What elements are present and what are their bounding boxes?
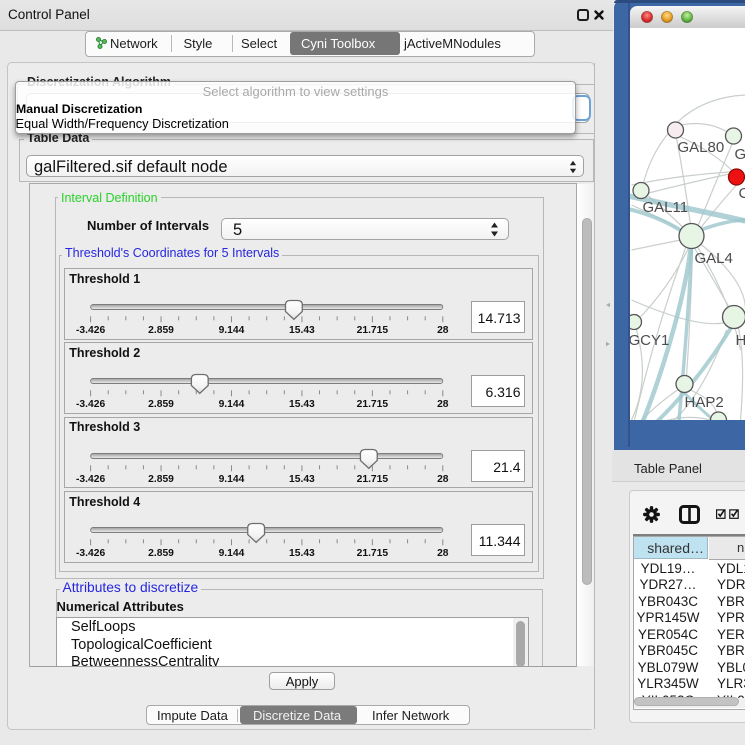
svg-text:HAP2: HAP2: [684, 394, 723, 411]
svg-text:21.715: 21.715: [357, 399, 389, 410]
svg-text:15.43: 15.43: [289, 473, 315, 484]
svg-text:GAL80: GAL80: [677, 139, 724, 156]
svg-text:28: 28: [437, 325, 449, 336]
svg-text:-3.426: -3.426: [76, 325, 105, 336]
svg-text:2.859: 2.859: [148, 548, 174, 559]
svg-text:9.144: 9.144: [219, 548, 245, 559]
svg-text:GAL11: GAL11: [642, 199, 688, 216]
svg-text:C: C: [738, 185, 745, 202]
svg-text:28: 28: [437, 548, 449, 559]
svg-text:-3.426: -3.426: [76, 399, 105, 410]
svg-text:H: H: [735, 332, 745, 349]
svg-text:GCY1: GCY1: [630, 332, 669, 349]
svg-text:2.859: 2.859: [148, 399, 174, 410]
svg-text:2.859: 2.859: [148, 325, 174, 336]
svg-text:GAL4: GAL4: [694, 250, 732, 267]
svg-text:2.859: 2.859: [148, 473, 174, 484]
svg-text:-3.426: -3.426: [76, 548, 105, 559]
svg-text:9.144: 9.144: [219, 325, 245, 336]
svg-text:15.43: 15.43: [289, 548, 315, 559]
svg-text:21.715: 21.715: [357, 473, 389, 484]
svg-text:9.144: 9.144: [219, 399, 245, 410]
svg-text:21.715: 21.715: [357, 548, 389, 559]
svg-text:-3.426: -3.426: [76, 473, 105, 484]
svg-text:28: 28: [437, 399, 449, 410]
svg-text:21.715: 21.715: [357, 325, 389, 336]
svg-text:15.43: 15.43: [289, 399, 315, 410]
svg-text:GA: GA: [734, 146, 745, 163]
svg-text:15.43: 15.43: [289, 325, 315, 336]
svg-text:28: 28: [437, 473, 449, 484]
svg-text:9.144: 9.144: [219, 473, 245, 484]
